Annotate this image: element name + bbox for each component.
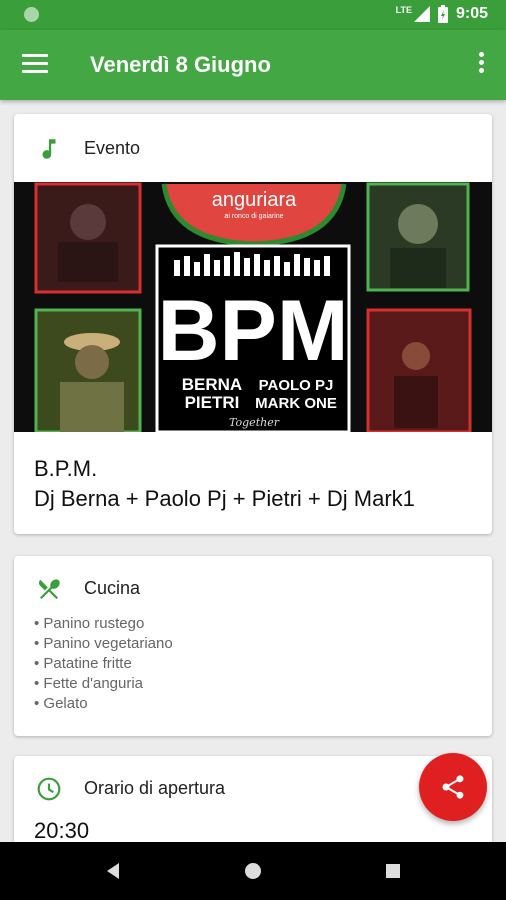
poster-bpm: BPM [157,283,348,379]
event-subtitle: Dj Berna + Paolo Pj + Pietri + Dj Mark1 [34,486,415,511]
poster-tagline: Together [229,416,280,429]
kitchen-card: Cucina Panino rustego Panino vegetariano… [14,556,492,736]
app-bar: Venerdì 8 Giugno [0,30,506,100]
status-icons: LTE 9:05 [396,5,488,23]
opening-time: 20:30 [34,818,90,843]
event-title: B.P.M. [34,456,98,481]
status-bar: LTE 9:05 [0,0,506,30]
list-item: Fette d'anguria [34,674,173,694]
back-icon[interactable] [104,862,122,880]
event-card-header: Evento [14,114,492,182]
more-options-icon[interactable] [476,52,486,78]
poster-subbrand: ai ronco di gaiarine [224,213,283,220]
restaurant-icon [38,579,60,600]
poster-line2-left: PIETRI [185,393,240,412]
clock: 9:05 [455,5,488,22]
clock-icon [37,777,61,801]
list-item: Panino vegetariano [34,634,172,654]
event-card-title: Evento [84,138,141,158]
hamburger-menu-icon[interactable] [22,54,48,76]
list-item: Patatine fritte [34,654,173,674]
event-poster-image[interactable]: anguriara ai ronco di gaiarine BPM BERNA… [14,182,492,432]
poster-line1-right: PAOLO PJ [259,377,334,394]
battery-icon [437,5,448,23]
share-button[interactable] [419,753,487,821]
page-title: Venerdì 8 Giugno [90,52,271,77]
poster-line2-right: MARK ONE [255,395,337,412]
poster-brand: anguriara [212,189,297,211]
hours-card: Orario di apertura 20:30 [14,756,492,856]
poster-line1-left: BERNA [182,375,242,394]
home-icon[interactable] [244,862,262,880]
event-description: B.P.M. Dj Berna + Paolo Pj + Pietri + Dj… [34,454,415,514]
system-nav-bar [0,842,506,900]
notification-dot-icon [24,7,39,22]
recents-icon[interactable] [384,862,402,880]
event-card: Evento anguriara ai ronco di gaiarine BP… [14,114,492,534]
music-note-icon [42,139,56,159]
network-type: LTE [395,5,412,15]
kitchen-card-header: Cucina [14,556,492,616]
list-item: Panino rustego [34,614,173,634]
kitchen-card-title: Cucina [84,578,141,598]
share-icon [442,775,464,799]
hours-card-title: Orario di apertura [84,778,226,798]
list-item: Gelato [34,694,173,714]
signal-icon [413,6,430,22]
kitchen-menu-list: Panino rustego Panino vegetariano Patati… [34,614,173,714]
